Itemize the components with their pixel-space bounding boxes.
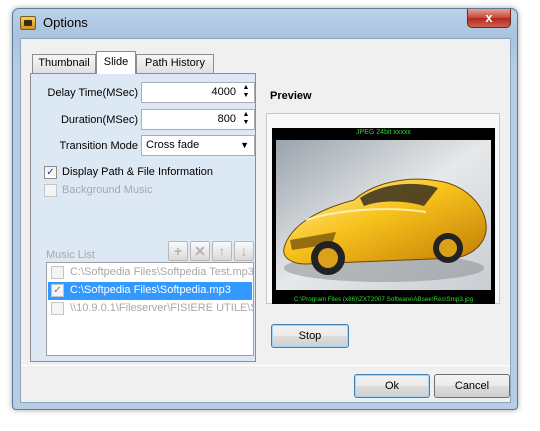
- tab-thumbnail[interactable]: Thumbnail: [32, 54, 96, 73]
- app-icon: [20, 16, 36, 30]
- spin-up-icon[interactable]: ▲: [239, 111, 253, 119]
- delay-time-label: Delay Time(MSec): [47, 87, 138, 99]
- music-file-path: C:\Softpedia Files\Softpedia.mp3: [70, 284, 231, 296]
- spin-up-icon[interactable]: ▲: [239, 84, 253, 92]
- preview-file-path: C:\Program Files (x86)\ZXT2007 Software\…: [293, 296, 474, 303]
- preview-canvas: JPEG 24bit xxxxx C:\Program Files (x86)\…: [272, 128, 495, 304]
- chevron-down-icon: ▼: [240, 140, 249, 150]
- dialog-body: Thumbnail Slide Path History Delay Time(…: [20, 38, 511, 403]
- checkbox-icon[interactable]: [51, 302, 64, 315]
- list-item[interactable]: C:\Softpedia Files\Softpedia Test.mp3: [48, 264, 254, 282]
- preview-group: Preview JPEG 24bit xxxxx C:\Program File…: [265, 80, 505, 363]
- background-music-checkbox[interactable]: Background Music: [44, 183, 244, 199]
- checkbox-checked-icon[interactable]: ✓: [51, 284, 64, 297]
- add-icon[interactable]: +: [168, 241, 188, 261]
- preview-image-info: JPEG 24bit xxxxx: [356, 129, 411, 136]
- checkbox-checked-icon[interactable]: ✓: [44, 166, 57, 179]
- background-music-label: Background Music: [62, 184, 153, 196]
- options-window: Options x Thumbnail Slide Path History D…: [12, 8, 518, 410]
- remove-icon[interactable]: ✕: [190, 241, 210, 261]
- preview-image: [276, 140, 491, 290]
- window-title: Options: [43, 15, 88, 30]
- tab-path-history[interactable]: Path History: [136, 54, 214, 73]
- display-path-label: Display Path & File Information: [62, 166, 214, 178]
- list-item[interactable]: \\10.9.0.1\Fileserver\FISIERE UTILE\So: [48, 300, 254, 318]
- duration-value: 800: [217, 113, 236, 125]
- checkbox-icon[interactable]: [51, 266, 64, 279]
- preview-title: Preview: [270, 90, 312, 102]
- delay-time-spinner[interactable]: 4000 ▲ ▼: [141, 82, 255, 103]
- ok-button[interactable]: Ok: [354, 374, 430, 398]
- preview-frame: JPEG 24bit xxxxx C:\Program Files (x86)\…: [266, 113, 500, 304]
- checkbox-icon[interactable]: [44, 184, 57, 197]
- music-file-path: \\10.9.0.1\Fileserver\FISIERE UTILE\So: [70, 302, 254, 314]
- title-bar[interactable]: Options x: [13, 9, 517, 37]
- spinner-arrows[interactable]: ▲ ▼: [239, 111, 253, 128]
- cancel-button[interactable]: Cancel: [434, 374, 510, 398]
- display-path-checkbox[interactable]: ✓ Display Path & File Information: [44, 165, 244, 181]
- divider: [21, 365, 510, 366]
- music-list[interactable]: C:\Softpedia Files\Softpedia Test.mp3 ✓ …: [46, 262, 254, 356]
- list-item[interactable]: ✓ C:\Softpedia Files\Softpedia.mp3: [48, 282, 252, 300]
- duration-label: Duration(MSec): [60, 114, 138, 126]
- move-down-icon[interactable]: ↓: [234, 241, 254, 261]
- stop-button[interactable]: Stop: [271, 324, 349, 348]
- music-list-label: Music List: [46, 249, 95, 261]
- delay-time-value: 4000: [211, 86, 236, 98]
- close-button[interactable]: x: [467, 9, 511, 28]
- move-up-icon[interactable]: ↑: [212, 241, 232, 261]
- slide-panel: Delay Time(MSec) 4000 ▲ ▼ Duration(MSec)…: [30, 73, 256, 362]
- spinner-arrows[interactable]: ▲ ▼: [239, 84, 253, 101]
- music-file-path: C:\Softpedia Files\Softpedia Test.mp3: [70, 266, 254, 278]
- transition-mode-label: Transition Mode: [59, 140, 138, 152]
- duration-spinner[interactable]: 800 ▲ ▼: [141, 109, 255, 130]
- tab-slide[interactable]: Slide: [96, 51, 136, 74]
- spin-down-icon[interactable]: ▼: [239, 92, 253, 100]
- spin-down-icon[interactable]: ▼: [239, 119, 253, 127]
- transition-mode-value: Cross fade: [146, 139, 200, 151]
- transition-mode-select[interactable]: Cross fade ▼: [141, 135, 255, 156]
